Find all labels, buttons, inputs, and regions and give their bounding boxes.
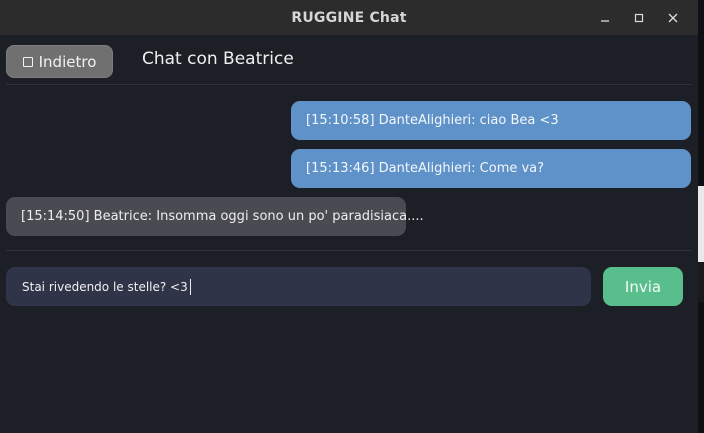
text-caret (189, 278, 192, 295)
chat-header: Indietro Chat con Beatrice (0, 35, 698, 85)
chat-view: Indietro Chat con Beatrice [15:10:58] Da… (0, 35, 698, 433)
minimize-icon[interactable] (588, 0, 622, 35)
message-text: [15:10:58] DanteAlighieri: ciao Bea <3 (306, 113, 559, 128)
message-composer: Stai rivedendo le stelle? <3 Invia (0, 265, 698, 310)
window-titlebar: RUGGINE Chat (0, 0, 698, 35)
composer-divider (6, 250, 692, 251)
message-input[interactable]: Stai rivedendo le stelle? <3 (6, 267, 591, 306)
message-bubble-received: [15:14:50] Beatrice: Insomma oggi sono u… (6, 197, 424, 236)
message-bubble-sent: [15:13:46] DanteAlighieri: Come va? (291, 149, 691, 188)
window-title: RUGGINE Chat (291, 9, 407, 26)
background-window-edge (698, 0, 704, 433)
message-list[interactable]: [15:10:58] DanteAlighieri: ciao Bea <3 [… (0, 85, 698, 250)
send-button-label: Invia (624, 277, 662, 296)
message-text: [15:13:46] DanteAlighieri: Come va? (306, 161, 545, 176)
maximize-icon[interactable] (622, 0, 656, 35)
send-button[interactable]: Invia (603, 267, 683, 306)
message-input-value: Stai rivedendo le stelle? <3 (22, 279, 188, 294)
window-controls (588, 0, 690, 35)
back-square-icon (22, 56, 33, 67)
message-bubble-sent: [15:10:58] DanteAlighieri: ciao Bea <3 (291, 101, 691, 140)
back-button-label: Indietro (38, 52, 97, 71)
message-text: [15:14:50] Beatrice: Insomma oggi sono u… (21, 209, 424, 224)
background-window-fragment (698, 186, 704, 262)
back-button[interactable]: Indietro (6, 45, 113, 78)
background-window-fragment (698, 262, 704, 302)
chat-title: Chat con Beatrice (142, 49, 294, 69)
close-icon[interactable] (656, 0, 690, 35)
